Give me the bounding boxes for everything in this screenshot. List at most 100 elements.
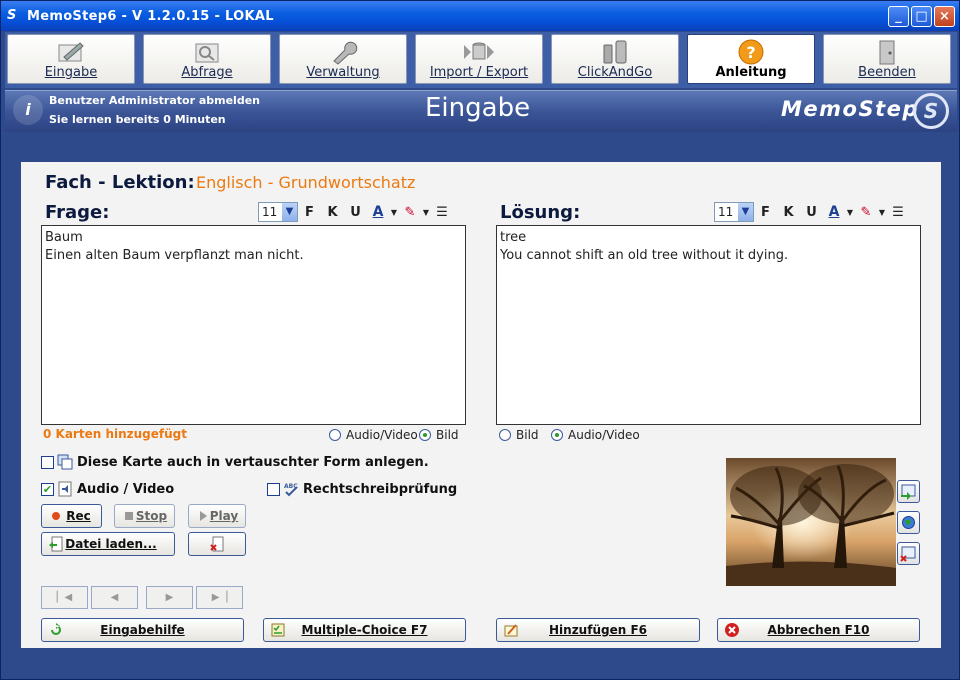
window-title: MemoStep6 - V 1.2.0.15 - LOKAL xyxy=(27,9,274,24)
dropdown-arrow-icon[interactable]: ▼ xyxy=(845,208,855,217)
bold-button[interactable]: F xyxy=(298,205,321,220)
tool-label: Abfrage xyxy=(181,65,233,80)
dropdown-arrow-icon[interactable]: ▼ xyxy=(389,208,399,217)
checkbox-box xyxy=(267,482,280,496)
question-editor[interactable]: Baum Einen alten Baum verpflanzt man nic… xyxy=(41,225,466,425)
tool-label: ClickAndGo xyxy=(577,65,653,80)
rec-button[interactable]: Rec xyxy=(41,504,102,528)
tool-verwaltung[interactable]: Verwaltung xyxy=(279,34,407,84)
tool-label: Verwaltung xyxy=(306,65,380,80)
dropdown-arrow-icon[interactable]: ▼ xyxy=(421,208,431,217)
stop-button[interactable]: Stop xyxy=(114,504,175,528)
tool-label: Eingabe xyxy=(44,65,98,80)
info-icon: i xyxy=(13,95,43,125)
learning-time: Sie lernen bereits 0 Minuten xyxy=(49,113,226,126)
page-header: i Benutzer Administrator abmelden Sie le… xyxy=(5,90,957,132)
tool-clickandgo[interactable]: ClickAndGo xyxy=(551,34,679,84)
card-image xyxy=(726,458,896,586)
font-size-value: 11 xyxy=(262,205,278,219)
audio-video-checkbox[interactable]: ✔ Audio / Video xyxy=(41,481,174,497)
tool-anleitung[interactable]: ? Anleitung xyxy=(687,34,815,84)
answer-media-image-radio[interactable]: Bild xyxy=(499,428,539,442)
button-label: Stop xyxy=(135,509,168,523)
bullet-list-icon[interactable]: ☰ xyxy=(431,205,453,220)
button-label: Play xyxy=(209,509,239,523)
tool-eingabe[interactable]: Eingabe xyxy=(7,34,135,84)
answer-label: Lösung: xyxy=(500,202,581,223)
add-button[interactable]: Hinzufügen F6 xyxy=(496,618,700,642)
font-size-select[interactable]: 11 ▼ xyxy=(714,202,754,222)
highlight-icon[interactable]: ✎ xyxy=(855,205,877,220)
entry-panel: Fach - Lektion: Englisch - Grundwortscha… xyxy=(21,162,941,648)
question-line: Baum xyxy=(45,230,83,245)
load-file-button[interactable]: Datei laden... xyxy=(41,532,175,556)
tool-abfrage[interactable]: Abfrage xyxy=(143,34,271,84)
answer-editor[interactable]: tree You cannot shift an old tree withou… xyxy=(496,225,921,425)
button-label: Multiple-Choice F7 xyxy=(301,623,428,637)
answer-media-audio-radio[interactable]: Audio/Video xyxy=(551,428,640,442)
input-help-button[interactable]: Eingabehilfe xyxy=(41,618,244,642)
button-label: Eingabehilfe xyxy=(100,623,185,637)
play-icon xyxy=(200,511,207,521)
answer-line: tree xyxy=(500,230,527,245)
radio-circle xyxy=(419,429,431,441)
font-size-value: 11 xyxy=(718,205,734,219)
question-media-audio-radio[interactable]: Audio/Video xyxy=(329,428,418,442)
minimize-button[interactable]: _ xyxy=(888,6,909,27)
italic-button[interactable]: K xyxy=(777,205,800,220)
tool-import-export[interactable]: Import / Export xyxy=(415,34,543,84)
delete-file-icon xyxy=(210,536,224,552)
title-bar[interactable]: S MemoStep6 - V 1.2.0.15 - LOKAL _ □ × xyxy=(1,1,959,31)
insert-image-button[interactable] xyxy=(897,480,920,503)
multiple-choice-button[interactable]: Multiple-Choice F7 xyxy=(263,618,466,642)
record-icon xyxy=(52,512,60,520)
swap-icon xyxy=(57,454,73,470)
previous-record-button[interactable]: ◀ xyxy=(91,586,138,609)
reverse-card-checkbox[interactable]: Diese Karte auch in vertauschter Form an… xyxy=(41,454,429,470)
underline-button[interactable]: U xyxy=(800,205,823,220)
next-record-button[interactable]: ▶ xyxy=(146,586,193,609)
logout-link[interactable]: Benutzer Administrator abmelden xyxy=(49,94,260,107)
bold-button[interactable]: F xyxy=(754,205,777,220)
question-format-bar: 11 ▼ F K U A ▼ ✎ ▼ ☰ xyxy=(258,202,453,222)
font-color-button[interactable]: A xyxy=(367,204,389,220)
cancel-button[interactable]: Abbrechen F10 xyxy=(717,618,920,642)
help-icon: ? xyxy=(738,39,764,65)
page-title: Eingabe xyxy=(425,93,531,123)
chevron-down-icon: ▼ xyxy=(738,203,753,221)
question-media-image-radio[interactable]: Bild xyxy=(419,428,459,442)
italic-button[interactable]: K xyxy=(321,205,344,220)
dropdown-arrow-icon[interactable]: ▼ xyxy=(877,208,887,217)
radio-circle xyxy=(329,429,341,441)
highlight-icon[interactable]: ✎ xyxy=(399,205,421,220)
insert-image-icon xyxy=(901,484,916,500)
delete-file-button[interactable] xyxy=(188,532,246,556)
bullet-list-icon[interactable]: ☰ xyxy=(887,205,909,220)
font-color-button[interactable]: A xyxy=(823,204,845,220)
image-editor-button[interactable] xyxy=(897,511,920,534)
brand-logo: MemoStep xyxy=(781,97,919,121)
tool-label: Anleitung xyxy=(715,65,787,80)
play-button[interactable]: Play xyxy=(188,504,246,528)
question-label: Frage: xyxy=(45,202,110,223)
last-record-button[interactable]: ▶▕ xyxy=(196,586,243,609)
brand-mark-icon: S xyxy=(913,93,949,129)
font-size-select[interactable]: 11 ▼ xyxy=(258,202,298,222)
stop-icon xyxy=(125,512,133,520)
button-label: Hinzufügen F6 xyxy=(549,623,647,637)
close-button[interactable]: × xyxy=(934,6,955,27)
spellcheck-checkbox[interactable]: ABC Rechtschreibprüfung xyxy=(267,481,457,497)
button-label: Abbrechen F10 xyxy=(767,623,870,637)
radio-circle xyxy=(551,429,563,441)
first-record-button[interactable]: ▏◀ xyxy=(41,586,88,609)
maximize-button[interactable]: □ xyxy=(911,6,932,27)
answer-format-bar: 11 ▼ F K U A ▼ ✎ ▼ ☰ xyxy=(714,202,909,222)
tool-beenden[interactable]: Beenden xyxy=(823,34,951,84)
remove-image-button[interactable] xyxy=(897,542,920,565)
underline-button[interactable]: U xyxy=(344,205,367,220)
tool-label: Import / Export xyxy=(429,65,529,80)
subject-value: Englisch - Grundwortschatz xyxy=(196,173,416,192)
tool-label: Beenden xyxy=(858,65,916,80)
radio-label: Bild xyxy=(436,428,459,442)
load-file-icon xyxy=(49,536,63,552)
